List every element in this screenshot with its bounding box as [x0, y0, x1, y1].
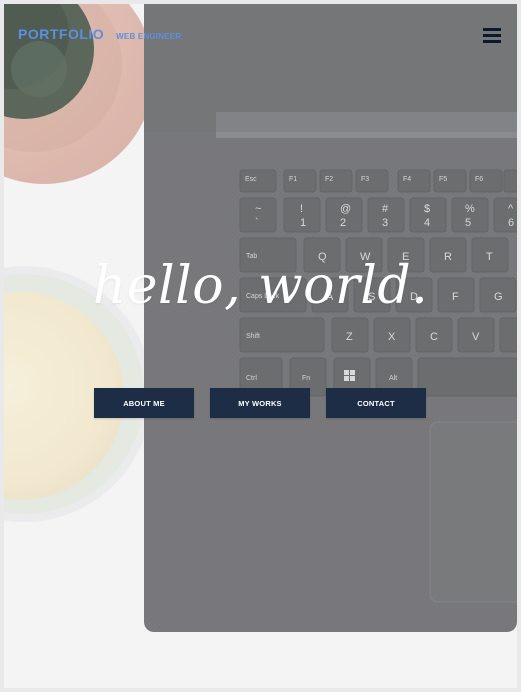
svg-text:2: 2 — [340, 217, 346, 229]
svg-text:#: # — [382, 203, 389, 215]
svg-text:^: ^ — [508, 203, 514, 215]
page: Esc F1 F2 F3 F4 F5 F6 ~ ` ! 1 @2 #3 $4 % 5 … — [4, 4, 517, 688]
svg-text:F2: F2 — [325, 176, 333, 183]
svg-text:4: 4 — [424, 217, 430, 229]
svg-text:Alt: Alt — [389, 375, 397, 382]
svg-text:5: 5 — [465, 217, 471, 229]
menu-bar-top — [483, 28, 501, 31]
hero-background-photo: Esc F1 F2 F3 F4 F5 F6 ~` !1 @2 #3 $4 %5 … — [4, 4, 517, 688]
svg-text:$: $ — [424, 203, 430, 215]
site-brand: PORTFOLIO WEB ENGINEER — [18, 26, 181, 42]
menu-bar-bottom — [483, 40, 501, 43]
hamburger-menu-icon[interactable] — [483, 28, 501, 44]
svg-text:F5: F5 — [439, 176, 447, 183]
svg-text:F4: F4 — [403, 176, 411, 183]
svg-text:Ctrl: Ctrl — [246, 375, 257, 382]
menu-bar-middle — [483, 34, 501, 37]
svg-text:3: 3 — [382, 217, 388, 229]
svg-text:F1: F1 — [289, 176, 297, 183]
svg-text:1: 1 — [300, 217, 306, 229]
svg-text:@: @ — [340, 203, 351, 215]
svg-text:6: 6 — [508, 217, 514, 229]
svg-text:Shift: Shift — [246, 333, 260, 340]
logo-text[interactable]: PORTFOLIO — [18, 26, 104, 42]
svg-text:X: X — [388, 331, 396, 343]
svg-text:%: % — [465, 203, 475, 215]
logo-subtitle: WEB ENGINEER — [116, 32, 182, 41]
my-works-button[interactable]: MY WORKS — [210, 388, 310, 418]
svg-text:F3: F3 — [361, 176, 369, 183]
svg-text:!: ! — [300, 203, 303, 215]
svg-text:Z: Z — [346, 331, 353, 343]
about-me-button[interactable]: ABOUT ME — [94, 388, 194, 418]
svg-text:F6: F6 — [475, 176, 483, 183]
hero-title: hello, world. — [92, 256, 429, 316]
svg-text:Fn: Fn — [302, 375, 310, 382]
svg-text:Esc: Esc — [245, 176, 257, 183]
svg-text:C: C — [430, 331, 438, 343]
svg-text:~: ~ — [255, 203, 261, 215]
contact-button[interactable]: CONTACT — [326, 388, 426, 418]
svg-text:V: V — [472, 331, 480, 343]
hero-actions: ABOUT ME MY WORKS CONTACT — [94, 388, 426, 418]
svg-text:`: ` — [255, 217, 259, 229]
